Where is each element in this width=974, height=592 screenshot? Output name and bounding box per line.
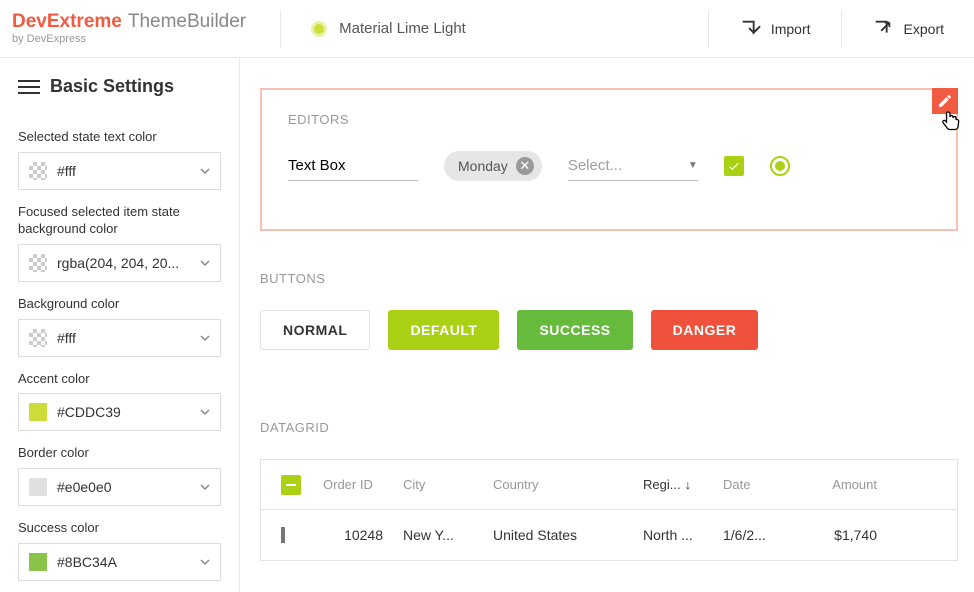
chevron-down-icon: [200, 258, 210, 268]
menu-icon[interactable]: [18, 80, 40, 94]
grid-header: Order ID City Country Regi...↓ Date Amou…: [261, 460, 957, 510]
select-all-checkbox[interactable]: [281, 475, 301, 495]
datagrid-title: DATAGRID: [260, 420, 958, 435]
cell-amount: $1,740: [799, 527, 891, 543]
success-button[interactable]: SUCCESS: [517, 310, 632, 350]
chevron-down-icon: [200, 482, 210, 492]
color-value: #fff: [57, 330, 190, 346]
cell-country: United States: [489, 527, 639, 543]
color-picker[interactable]: rgba(204, 204, 20...: [18, 244, 221, 282]
select-dropdown[interactable]: Select... ▼: [568, 151, 698, 181]
cell-city: New Y...: [399, 527, 489, 543]
theme-indicator[interactable]: Material Lime Light: [293, 20, 696, 37]
setting-label: Border color: [18, 445, 221, 462]
setting-focused-bg-color: Focused selected item state background c…: [18, 204, 221, 282]
default-button[interactable]: DEFAULT: [388, 310, 499, 350]
theme-name: Material Lime Light: [339, 20, 466, 37]
color-picker[interactable]: #fff: [18, 152, 221, 190]
chevron-down-icon: [200, 166, 210, 176]
import-icon: [739, 18, 761, 40]
setting-accent-color: Accent color #CDDC39: [18, 371, 221, 432]
cursor-icon: [940, 110, 962, 140]
buttons-row: NORMAL DEFAULT SUCCESS DANGER: [260, 310, 958, 350]
row-checkbox[interactable]: [281, 527, 285, 543]
setting-border-color: Border color #e0e0e0: [18, 445, 221, 506]
sidebar-title: Basic Settings: [50, 76, 174, 97]
setting-success-color: Success color #8BC34A: [18, 520, 221, 581]
color-picker[interactable]: #CDDC39: [18, 393, 221, 431]
col-city[interactable]: City: [399, 477, 489, 492]
edit-section-button[interactable]: [932, 88, 958, 114]
col-region[interactable]: Regi...↓: [639, 477, 719, 492]
import-label: Import: [771, 21, 811, 37]
setting-background-color: Background color #fff: [18, 296, 221, 357]
brand-primary: DevExtreme: [12, 12, 122, 33]
preview-area: EDITORS Monday ✕ Select... ▼ BUTT: [240, 58, 974, 592]
setting-label: Background color: [18, 296, 221, 313]
color-picker[interactable]: #e0e0e0: [18, 468, 221, 506]
tag-label: Monday: [458, 158, 508, 174]
table-row[interactable]: 10248 New Y... United States North ... 1…: [261, 510, 957, 560]
color-swatch: [29, 254, 47, 272]
pencil-icon: [937, 93, 953, 109]
brand-sub: by DevExpress: [12, 33, 246, 45]
col-date[interactable]: Date: [719, 477, 799, 492]
color-swatch: [29, 162, 47, 180]
color-value: rgba(204, 204, 20...: [57, 255, 190, 271]
brand-secondary: ThemeBuilder: [128, 12, 246, 33]
select-placeholder: Select...: [568, 157, 622, 174]
cell-order-id: 10248: [319, 527, 399, 543]
export-icon: [872, 18, 894, 40]
import-button[interactable]: Import: [721, 10, 829, 48]
chevron-down-icon: [200, 333, 210, 343]
tag-chip[interactable]: Monday ✕: [444, 151, 542, 181]
datagrid: Order ID City Country Regi...↓ Date Amou…: [260, 459, 958, 561]
setting-label: Success color: [18, 520, 221, 537]
color-picker[interactable]: #8BC34A: [18, 543, 221, 581]
radio-button[interactable]: [770, 156, 790, 176]
divider: [841, 10, 842, 48]
editors-panel: EDITORS Monday ✕ Select... ▼: [260, 88, 958, 231]
cell-region: North ...: [639, 527, 719, 543]
col-order-id[interactable]: Order ID: [319, 477, 399, 492]
color-value: #e0e0e0: [57, 479, 190, 495]
checkbox[interactable]: [724, 156, 744, 176]
color-swatch: [29, 553, 47, 571]
col-amount[interactable]: Amount: [799, 477, 891, 492]
export-button[interactable]: Export: [854, 10, 962, 48]
sort-desc-icon: ↓: [685, 477, 692, 492]
theme-color-dot: [311, 21, 327, 37]
export-label: Export: [904, 21, 944, 37]
editors-title: EDITORS: [288, 112, 930, 127]
setting-selected-text-color: Selected state text color #fff: [18, 129, 221, 190]
tag-remove-icon[interactable]: ✕: [516, 157, 534, 175]
color-swatch: [29, 329, 47, 347]
color-value: #CDDC39: [57, 404, 190, 420]
color-swatch: [29, 403, 47, 421]
color-swatch: [29, 478, 47, 496]
textbox-input[interactable]: [288, 151, 418, 181]
check-icon: [727, 159, 741, 173]
divider: [708, 10, 709, 48]
chevron-down-icon: ▼: [688, 160, 698, 171]
sidebar: Basic Settings Selected state text color…: [0, 58, 240, 592]
setting-label: Selected state text color: [18, 129, 221, 146]
chevron-down-icon: [200, 557, 210, 567]
danger-button[interactable]: DANGER: [651, 310, 759, 350]
normal-button[interactable]: NORMAL: [260, 310, 370, 350]
topbar: DevExtreme ThemeBuilder by DevExpress Ma…: [0, 0, 974, 58]
cell-date: 1/6/2...: [719, 527, 799, 543]
color-value: #8BC34A: [57, 554, 190, 570]
color-picker[interactable]: #fff: [18, 319, 221, 357]
setting-label: Accent color: [18, 371, 221, 388]
logo: DevExtreme ThemeBuilder by DevExpress: [12, 12, 268, 45]
col-country[interactable]: Country: [489, 477, 639, 492]
divider: [280, 10, 281, 48]
radio-dot: [775, 161, 785, 171]
setting-label: Focused selected item state background c…: [18, 204, 221, 238]
chevron-down-icon: [200, 407, 210, 417]
color-value: #fff: [57, 163, 190, 179]
buttons-title: BUTTONS: [260, 271, 958, 286]
